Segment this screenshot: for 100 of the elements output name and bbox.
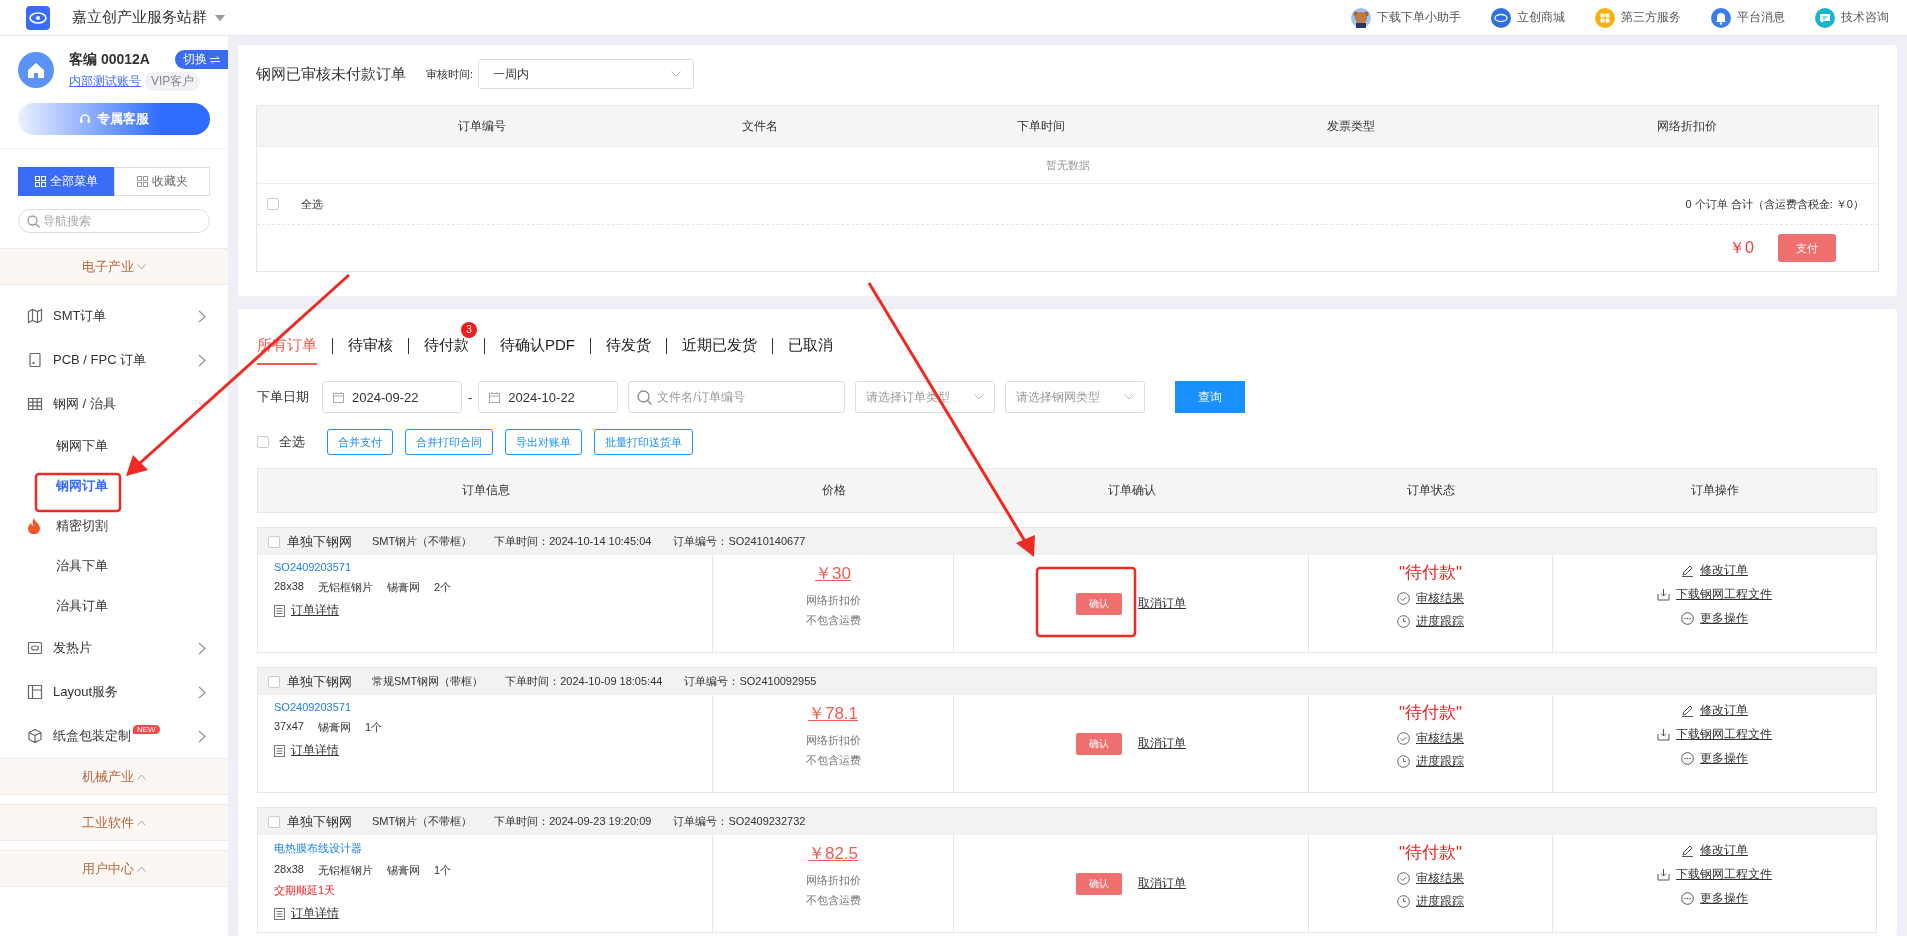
- check-circle-icon[interactable]: [1397, 732, 1410, 745]
- switch-button[interactable]: 切换: [175, 50, 228, 69]
- check-circle-icon[interactable]: [1397, 592, 1410, 605]
- document-icon[interactable]: [274, 604, 285, 617]
- nav-subitem[interactable]: 精密切割: [0, 506, 228, 546]
- order-tab[interactable]: 待发货: [606, 335, 651, 365]
- operation-link[interactable]: 下载钢网工程文件: [1657, 726, 1772, 743]
- calendar-icon[interactable]: [489, 391, 501, 403]
- status-link[interactable]: 进度跟踪: [1397, 753, 1464, 770]
- checkbox[interactable]: [268, 535, 280, 548]
- status-link[interactable]: 审核结果: [1397, 870, 1464, 887]
- nav-search-field[interactable]: 导航搜索: [18, 209, 210, 233]
- nav-subitem[interactable]: 治具下单: [0, 546, 228, 586]
- top-link[interactable]: 下载下单小助手: [1351, 7, 1461, 28]
- cancel-order-link[interactable]: 取消订单: [1138, 875, 1186, 892]
- review-time-select[interactable]: 一周内: [478, 59, 695, 89]
- column-header: 订单信息: [460, 482, 511, 499]
- nav-subitem[interactable]: 钢网订单: [0, 466, 228, 506]
- checkbox[interactable]: [257, 436, 269, 448]
- section-header[interactable]: 电子产业: [0, 248, 228, 285]
- new-badge: NEW: [133, 724, 160, 734]
- order-tab[interactable]: 已取消: [788, 335, 833, 365]
- nav-item[interactable]: PCB / FPC 订单: [0, 338, 228, 382]
- status-link[interactable]: 进度跟踪: [1397, 893, 1464, 910]
- operation-link[interactable]: 更多操作: [1681, 610, 1748, 627]
- column-header: 下单时间: [1016, 117, 1066, 135]
- status-link[interactable]: 进度跟踪: [1397, 613, 1464, 630]
- swap-icon[interactable]: [210, 55, 220, 64]
- column-header: 订单操作: [1689, 482, 1740, 499]
- cancel-order-link[interactable]: 取消订单: [1138, 595, 1186, 612]
- operation-link[interactable]: 修改订单: [1681, 562, 1748, 579]
- calendar-icon[interactable]: [333, 391, 344, 403]
- checkbox[interactable]: [267, 198, 279, 210]
- site-title[interactable]: 嘉立创产业服务站群: [72, 8, 207, 27]
- status-link[interactable]: 审核结果: [1397, 590, 1464, 607]
- clock-icon[interactable]: [1397, 895, 1410, 908]
- search-icon[interactable]: [637, 390, 653, 405]
- order-detail-link[interactable]: 订单详情: [274, 742, 696, 759]
- download-icon[interactable]: [1657, 868, 1670, 881]
- order-tab[interactable]: 待审核: [348, 335, 393, 365]
- order-detail-link[interactable]: 订单详情: [274, 602, 696, 619]
- document-icon[interactable]: [274, 907, 285, 920]
- clock-icon[interactable]: [1397, 615, 1410, 628]
- search-icon[interactable]: [27, 215, 40, 228]
- menu-tab[interactable]: 收藏夹: [114, 167, 210, 196]
- section-header[interactable]: 工业软件: [0, 804, 228, 841]
- pencil-icon[interactable]: [1681, 844, 1694, 857]
- date-field[interactable]: 2024-09-22: [322, 381, 462, 413]
- check-circle-icon[interactable]: [1397, 872, 1410, 885]
- top-link[interactable]: 平台消息: [1711, 7, 1785, 28]
- nav-item[interactable]: SMT订单: [0, 294, 228, 338]
- document-icon[interactable]: [274, 744, 285, 757]
- nav-subitem[interactable]: 治具订单: [0, 586, 228, 626]
- account-link[interactable]: 内部测试账号: [69, 73, 141, 90]
- top-link[interactable]: 立创商城: [1491, 7, 1565, 28]
- logo-icon: [1491, 7, 1511, 28]
- top-link[interactable]: 技术咨询: [1815, 7, 1889, 28]
- file-link[interactable]: SO2409203571: [274, 561, 696, 573]
- operation-link[interactable]: 下载钢网工程文件: [1657, 586, 1772, 603]
- nav-item[interactable]: 发热片: [0, 626, 228, 670]
- more-icon[interactable]: [1681, 752, 1694, 765]
- order-tab[interactable]: 待确认PDF: [500, 335, 575, 365]
- order-tab[interactable]: 待付款: [424, 335, 469, 365]
- more-icon[interactable]: [1681, 892, 1694, 905]
- cancel-order-link[interactable]: 取消订单: [1138, 735, 1186, 752]
- search-field[interactable]: 文件名/订单编号: [628, 381, 846, 413]
- nav-item[interactable]: 纸盒包装定制 NEW: [0, 714, 228, 758]
- checkbox[interactable]: [268, 815, 280, 828]
- pencil-icon[interactable]: [1681, 564, 1694, 577]
- file-link[interactable]: SO2409203571: [274, 701, 696, 713]
- status-link[interactable]: 审核结果: [1397, 730, 1464, 747]
- date-field[interactable]: 2024-10-22: [478, 381, 619, 413]
- order-detail-link[interactable]: 订单详情: [274, 905, 696, 922]
- nav-subitem[interactable]: 钢网下单: [0, 426, 228, 466]
- operation-link[interactable]: 修改订单: [1681, 842, 1748, 859]
- top-link[interactable]: 第三方服务: [1595, 7, 1681, 28]
- order-tab[interactable]: 近期已发货: [682, 335, 757, 365]
- section-header[interactable]: 用户中心: [0, 850, 228, 887]
- operation-link[interactable]: 更多操作: [1681, 750, 1748, 767]
- download-icon[interactable]: [1657, 728, 1670, 741]
- grid-icon[interactable]: [34, 176, 46, 187]
- date-separator: -: [468, 389, 473, 405]
- pencil-icon[interactable]: [1681, 704, 1694, 717]
- download-icon[interactable]: [1657, 588, 1670, 601]
- file-link[interactable]: 电热膜布线设计器: [274, 841, 696, 856]
- column-header: 价格: [820, 482, 847, 499]
- more-icon[interactable]: [1681, 612, 1694, 625]
- caret-icon[interactable]: [215, 14, 225, 21]
- nav-item[interactable]: 钢网 / 治具: [0, 382, 228, 426]
- operation-link[interactable]: 修改订单: [1681, 702, 1748, 719]
- section-header[interactable]: 机械产业: [0, 758, 228, 795]
- operation-link[interactable]: 下载钢网工程文件: [1657, 866, 1772, 883]
- operation-link[interactable]: 更多操作: [1681, 890, 1748, 907]
- menu-tab[interactable]: 全部菜单: [18, 167, 114, 196]
- checkbox[interactable]: [268, 675, 280, 688]
- headset-icon[interactable]: [79, 113, 91, 125]
- grid-icon[interactable]: [136, 176, 148, 187]
- clock-icon[interactable]: [1397, 755, 1410, 768]
- filter-label: 审核时间:: [426, 66, 474, 82]
- nav-item[interactable]: Layout服务: [0, 670, 228, 714]
